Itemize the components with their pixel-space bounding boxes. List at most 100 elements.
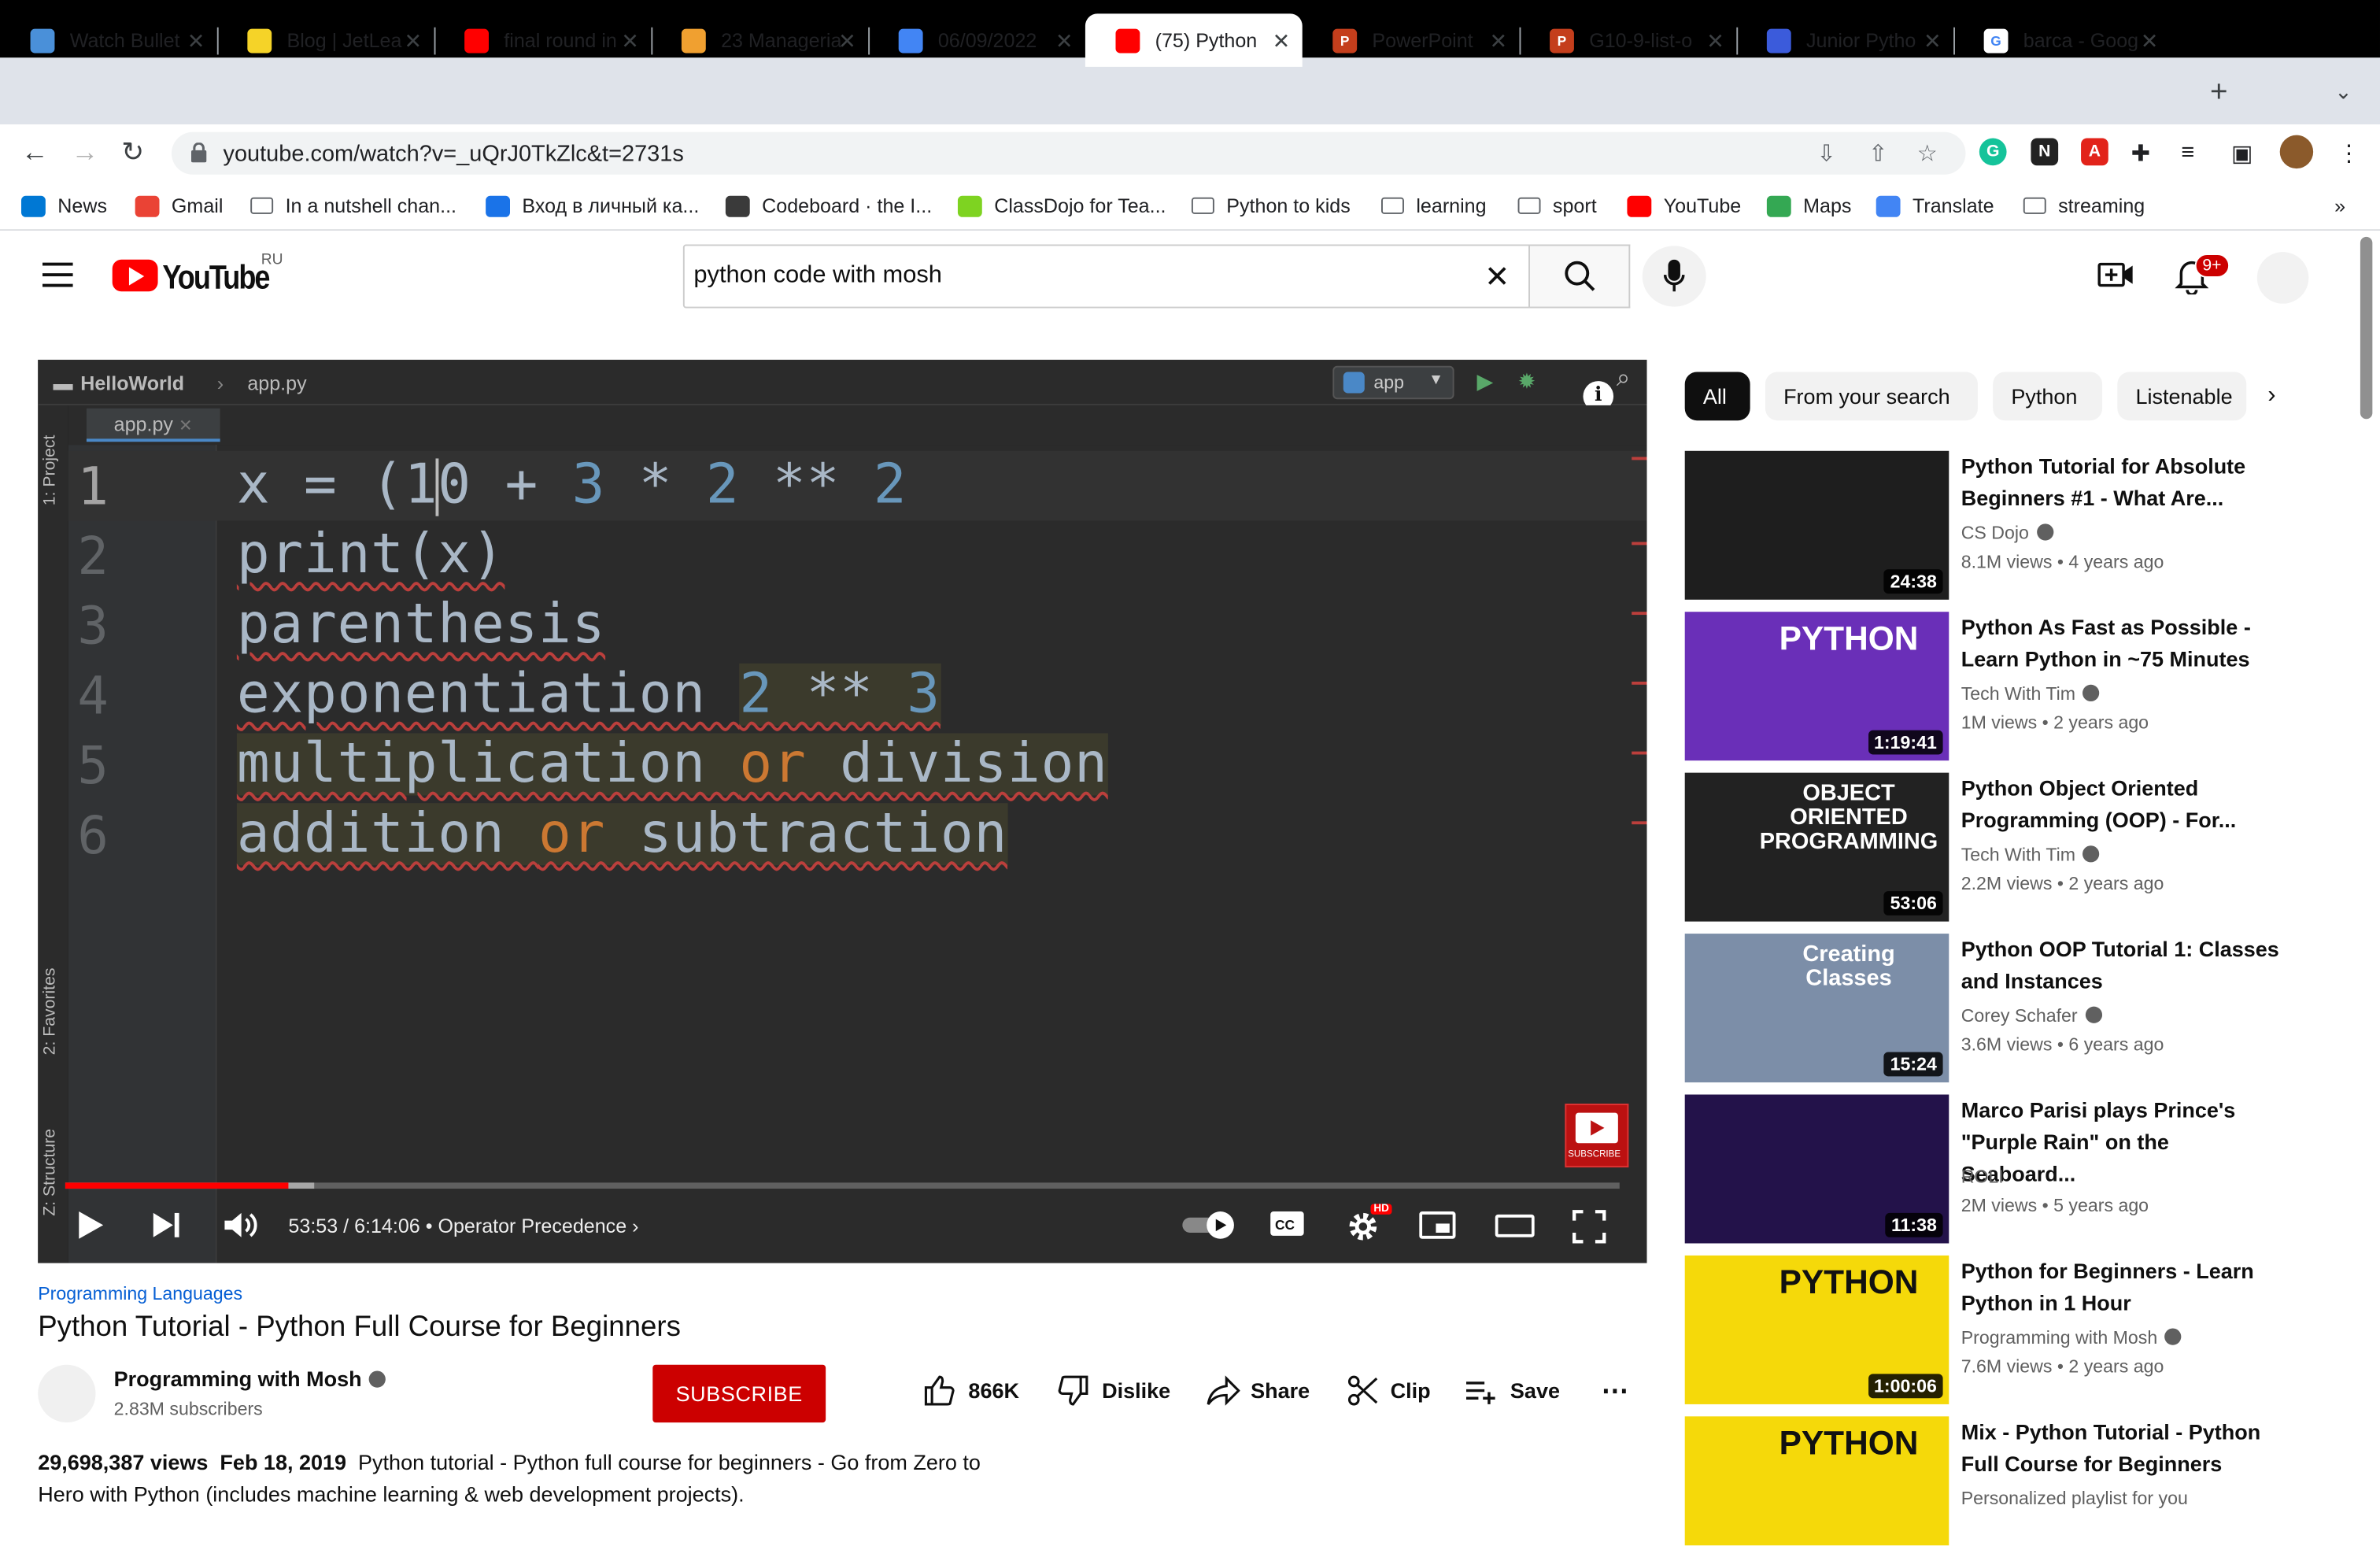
video-category-link[interactable]: Programming Languages [38, 1283, 242, 1304]
recommended-video-title[interactable]: Marco Parisi plays Prince's "Purple Rain… [1961, 1094, 2288, 1189]
page-scrollbar[interactable] [2360, 236, 2373, 420]
recommended-video[interactable]: 11:38 Marco Parisi plays Prince's "Purple… [1684, 1094, 2353, 1244]
search-input[interactable]: python code with mosh [682, 244, 1530, 309]
close-tab-icon[interactable]: ✕ [405, 29, 423, 55]
bookmark-item[interactable]: Translate [1876, 194, 1994, 217]
bookmark-item[interactable]: In a nutshell chan... [250, 194, 456, 217]
browser-tab[interactable]: P PowerPoint ✕ [1303, 13, 1520, 66]
bookmark-item[interactable]: Python to kids [1191, 194, 1351, 217]
miniplayer-icon[interactable] [1419, 1210, 1456, 1248]
extensions-puzzle-icon[interactable]: ✚ [2131, 139, 2150, 167]
forward-arrow-icon[interactable]: → [72, 137, 99, 168]
grammarly-extension-icon[interactable]: G [1979, 138, 2007, 166]
video-description[interactable]: 29,698,387 views Feb 18, 2019 Python tut… [38, 1447, 1025, 1511]
autoplay-toggle-icon[interactable] [1181, 1210, 1238, 1248]
channel-watermark[interactable]: SUBSCRIBE [1565, 1104, 1629, 1168]
recommended-video-channel[interactable]: Corey Schafer [1961, 1005, 2102, 1026]
close-tab-icon[interactable]: ✕ [1055, 29, 1074, 55]
settings-gear-icon[interactable] [1347, 1210, 1380, 1251]
recommended-video-channel[interactable]: Tech With Tim [1961, 683, 2100, 705]
address-bar[interactable]: youtube.com/watch?v=_uQrJ0TkZlc&t=2731s [171, 131, 1966, 175]
browser-menu-icon[interactable]: ⋮ [2338, 139, 2360, 167]
share-button[interactable]: Share [1207, 1374, 1310, 1415]
recommended-video-title[interactable]: Mix - Python Tutorial - Python Full Cour… [1961, 1416, 2288, 1480]
video-thumbnail[interactable]: PYTHON 1:19:41 [1684, 612, 1949, 761]
notion-extension-icon[interactable]: N [2031, 138, 2059, 166]
chips-next-chevron-icon[interactable]: › [2267, 383, 2275, 410]
bookmark-item[interactable]: Maps [1766, 194, 1851, 217]
bookmark-item[interactable]: Codeboard · the I... [725, 194, 932, 217]
video-thumbnail[interactable]: 24:38 [1684, 450, 1949, 600]
close-tab-icon[interactable]: ✕ [1706, 29, 1724, 55]
more-actions-icon[interactable]: ⋯ [1602, 1375, 1629, 1407]
recommended-video-title[interactable]: Python As Fast as Possible - Learn Pytho… [1961, 612, 2288, 675]
recommended-video-title[interactable]: Python OOP Tutorial 1: Classes and Insta… [1961, 934, 2288, 997]
browser-tab[interactable]: (75) Python ✕ [1085, 13, 1303, 67]
fullscreen-icon[interactable] [1572, 1209, 1606, 1251]
bookmark-item[interactable]: Gmail [135, 194, 223, 217]
video-thumbnail[interactable]: 11:38 [1684, 1094, 1949, 1244]
recommended-video[interactable]: PYTHON Mix - Python Tutorial - Python Ful… [1684, 1416, 2353, 1546]
close-tab-icon[interactable]: ✕ [621, 29, 639, 55]
browser-tab[interactable]: Blog | JetLea ✕ [217, 13, 434, 66]
recommended-video-channel[interactable]: Programming with Mosh [1961, 1327, 2182, 1348]
create-video-icon[interactable] [2097, 258, 2134, 291]
search-button[interactable] [1529, 244, 1631, 309]
media-queue-icon[interactable]: ≡ [2181, 139, 2194, 165]
profile-avatar[interactable] [2279, 135, 2314, 169]
browser-tab[interactable]: Gbarca - Goog ✕ [1953, 13, 2171, 66]
theater-mode-icon[interactable] [1495, 1210, 1535, 1248]
more-bookmarks-button[interactable]: » [2334, 194, 2345, 217]
youtube-logo-text[interactable]: YouTube [162, 258, 270, 298]
close-tab-icon[interactable]: ✕ [1489, 29, 1507, 55]
browser-tab[interactable]: final round in ✕ [434, 13, 652, 66]
chip-python[interactable]: Python [1993, 372, 2103, 421]
reload-icon[interactable]: ↻ [121, 137, 144, 168]
channel-avatar[interactable] [38, 1364, 96, 1423]
captions-icon[interactable]: CC [1269, 1210, 1305, 1245]
close-tab-icon[interactable]: ✕ [1273, 29, 1291, 55]
close-tab-icon[interactable]: ✕ [1924, 29, 1942, 55]
clip-button[interactable]: Clip [1347, 1374, 1431, 1415]
browser-tab[interactable]: Junior Pytho ✕ [1736, 13, 1953, 66]
browser-tab[interactable]: 06/09/2022 ✕ [868, 13, 1085, 66]
chip-listenable[interactable]: Listenable [2117, 372, 2247, 421]
channel-name[interactable]: Programming with Mosh [114, 1367, 386, 1391]
bookmark-item[interactable]: streaming [2023, 194, 2145, 217]
volume-icon[interactable] [223, 1210, 259, 1248]
account-avatar[interactable] [2256, 252, 2309, 304]
browser-tab[interactable]: P G10-9-list-o ✕ [1519, 13, 1736, 66]
video-thumbnail[interactable]: PYTHON [1684, 1416, 1949, 1546]
save-button[interactable]: Save [1465, 1374, 1560, 1415]
recommended-video-title[interactable]: Python for Beginners - Learn Python in 1… [1961, 1256, 2288, 1319]
recommended-video-channel[interactable]: Tech With Tim [1961, 844, 2100, 865]
menu-hamburger-icon[interactable] [42, 262, 73, 287]
recommended-video-channel[interactable]: ROLI [1961, 1166, 2004, 1187]
bookmark-item[interactable]: sport [1517, 194, 1597, 217]
next-video-icon[interactable] [152, 1210, 183, 1248]
bookmark-item[interactable]: learning [1380, 194, 1487, 217]
recommended-video[interactable]: PYTHON 1:19:41 Python As Fast as Possible … [1684, 612, 2353, 761]
video-thumbnail[interactable]: PYTHON 1:00:06 [1684, 1255, 1949, 1404]
bookmark-item[interactable]: News [20, 194, 107, 217]
clear-search-icon[interactable]: ✕ [1484, 258, 1510, 296]
like-button[interactable]: 866K [923, 1374, 1019, 1415]
recommended-video[interactable]: 24:38 Python Tutorial for Absolute Beginn… [1684, 450, 2353, 600]
share-page-icon[interactable]: ⇧ [1868, 139, 1887, 167]
new-tab-button[interactable]: + [2210, 76, 2228, 110]
chapter-title[interactable]: Operator Precedence [438, 1215, 626, 1237]
close-tab-icon[interactable]: ✕ [187, 29, 205, 55]
recommended-video-channel[interactable]: Personalized playlist for you [1961, 1488, 2188, 1509]
browser-tab[interactable]: 23 Manageria ✕ [651, 13, 868, 66]
recommended-video-channel[interactable]: CS Dojo [1961, 522, 2053, 543]
side-panel-icon[interactable]: ▣ [2231, 139, 2252, 167]
install-icon[interactable]: ⇩ [1816, 139, 1835, 167]
bookmark-star-icon[interactable]: ☆ [1917, 139, 1938, 167]
back-arrow-icon[interactable]: ← [21, 137, 49, 168]
browser-tab[interactable]: Watch Bullet ✕ [0, 13, 217, 66]
youtube-logo-icon[interactable] [112, 259, 158, 292]
chip-all[interactable]: All [1684, 372, 1750, 421]
subscribe-button[interactable]: SUBSCRIBE [652, 1364, 826, 1423]
bookmark-item[interactable]: ClassDojo for Tea... [957, 194, 1166, 217]
video-thumbnail[interactable]: OBJECT ORIENTED PROGRAMMING 53:06 [1684, 772, 1949, 922]
